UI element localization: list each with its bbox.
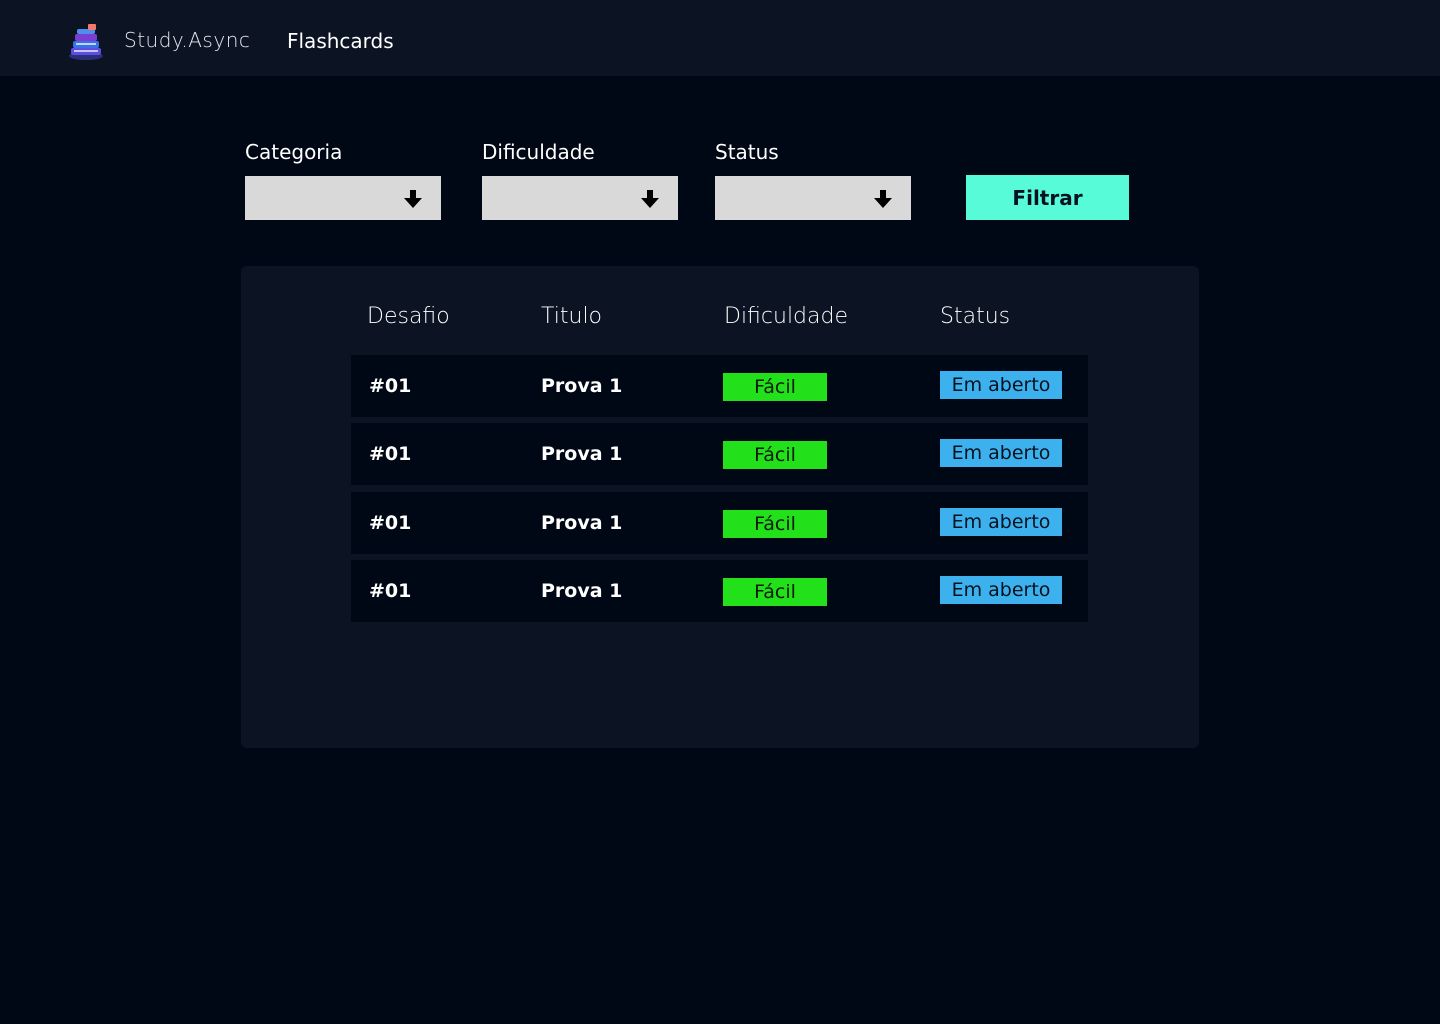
difficulty-select[interactable] bbox=[482, 176, 678, 220]
category-filter-label: Categoria bbox=[245, 140, 343, 164]
status-filter-label: Status bbox=[715, 140, 779, 164]
arrow-down-icon bbox=[874, 190, 892, 208]
nav-flashcards-link[interactable]: Flashcards bbox=[287, 29, 394, 53]
category-select[interactable] bbox=[245, 176, 441, 220]
table-row[interactable]: #01 Prova 1 Fácil Em aberto bbox=[351, 423, 1088, 485]
difficulty-badge: Fácil bbox=[723, 441, 827, 469]
top-bar: Study.Async Flashcards bbox=[0, 0, 1440, 76]
challenge-title: Prova 1 bbox=[541, 580, 623, 602]
column-header-desafio: Desafio bbox=[367, 304, 450, 329]
table-row[interactable]: #01 Prova 1 Fácil Em aberto bbox=[351, 355, 1088, 417]
arrow-down-icon bbox=[404, 190, 422, 208]
difficulty-badge: Fácil bbox=[723, 510, 827, 538]
filter-button[interactable]: Filtrar bbox=[966, 175, 1129, 220]
stacked-books-logo-icon[interactable] bbox=[66, 22, 106, 62]
table-row[interactable]: #01 Prova 1 Fácil Em aberto bbox=[351, 560, 1088, 622]
table-row[interactable]: #01 Prova 1 Fácil Em aberto bbox=[351, 492, 1088, 554]
column-header-dificuldade: Dificuldade bbox=[724, 304, 849, 329]
challenge-title: Prova 1 bbox=[541, 512, 623, 534]
challenge-title: Prova 1 bbox=[541, 443, 623, 465]
challenge-id: #01 bbox=[369, 580, 412, 602]
difficulty-badge: Fácil bbox=[723, 373, 827, 401]
brand-name: Study.Async bbox=[124, 28, 251, 52]
status-badge: Em aberto bbox=[940, 439, 1062, 467]
column-header-titulo: Titulo bbox=[541, 304, 603, 329]
challenge-id: #01 bbox=[369, 375, 412, 397]
arrow-down-icon bbox=[641, 190, 659, 208]
challenge-id: #01 bbox=[369, 512, 412, 534]
difficulty-filter-label: Dificuldade bbox=[482, 140, 595, 164]
column-header-status: Status bbox=[940, 304, 1011, 329]
difficulty-badge: Fácil bbox=[723, 578, 827, 606]
challenge-title: Prova 1 bbox=[541, 375, 623, 397]
status-badge: Em aberto bbox=[940, 371, 1062, 399]
status-badge: Em aberto bbox=[940, 508, 1062, 536]
status-select[interactable] bbox=[715, 176, 911, 220]
status-badge: Em aberto bbox=[940, 576, 1062, 604]
challenge-id: #01 bbox=[369, 443, 412, 465]
